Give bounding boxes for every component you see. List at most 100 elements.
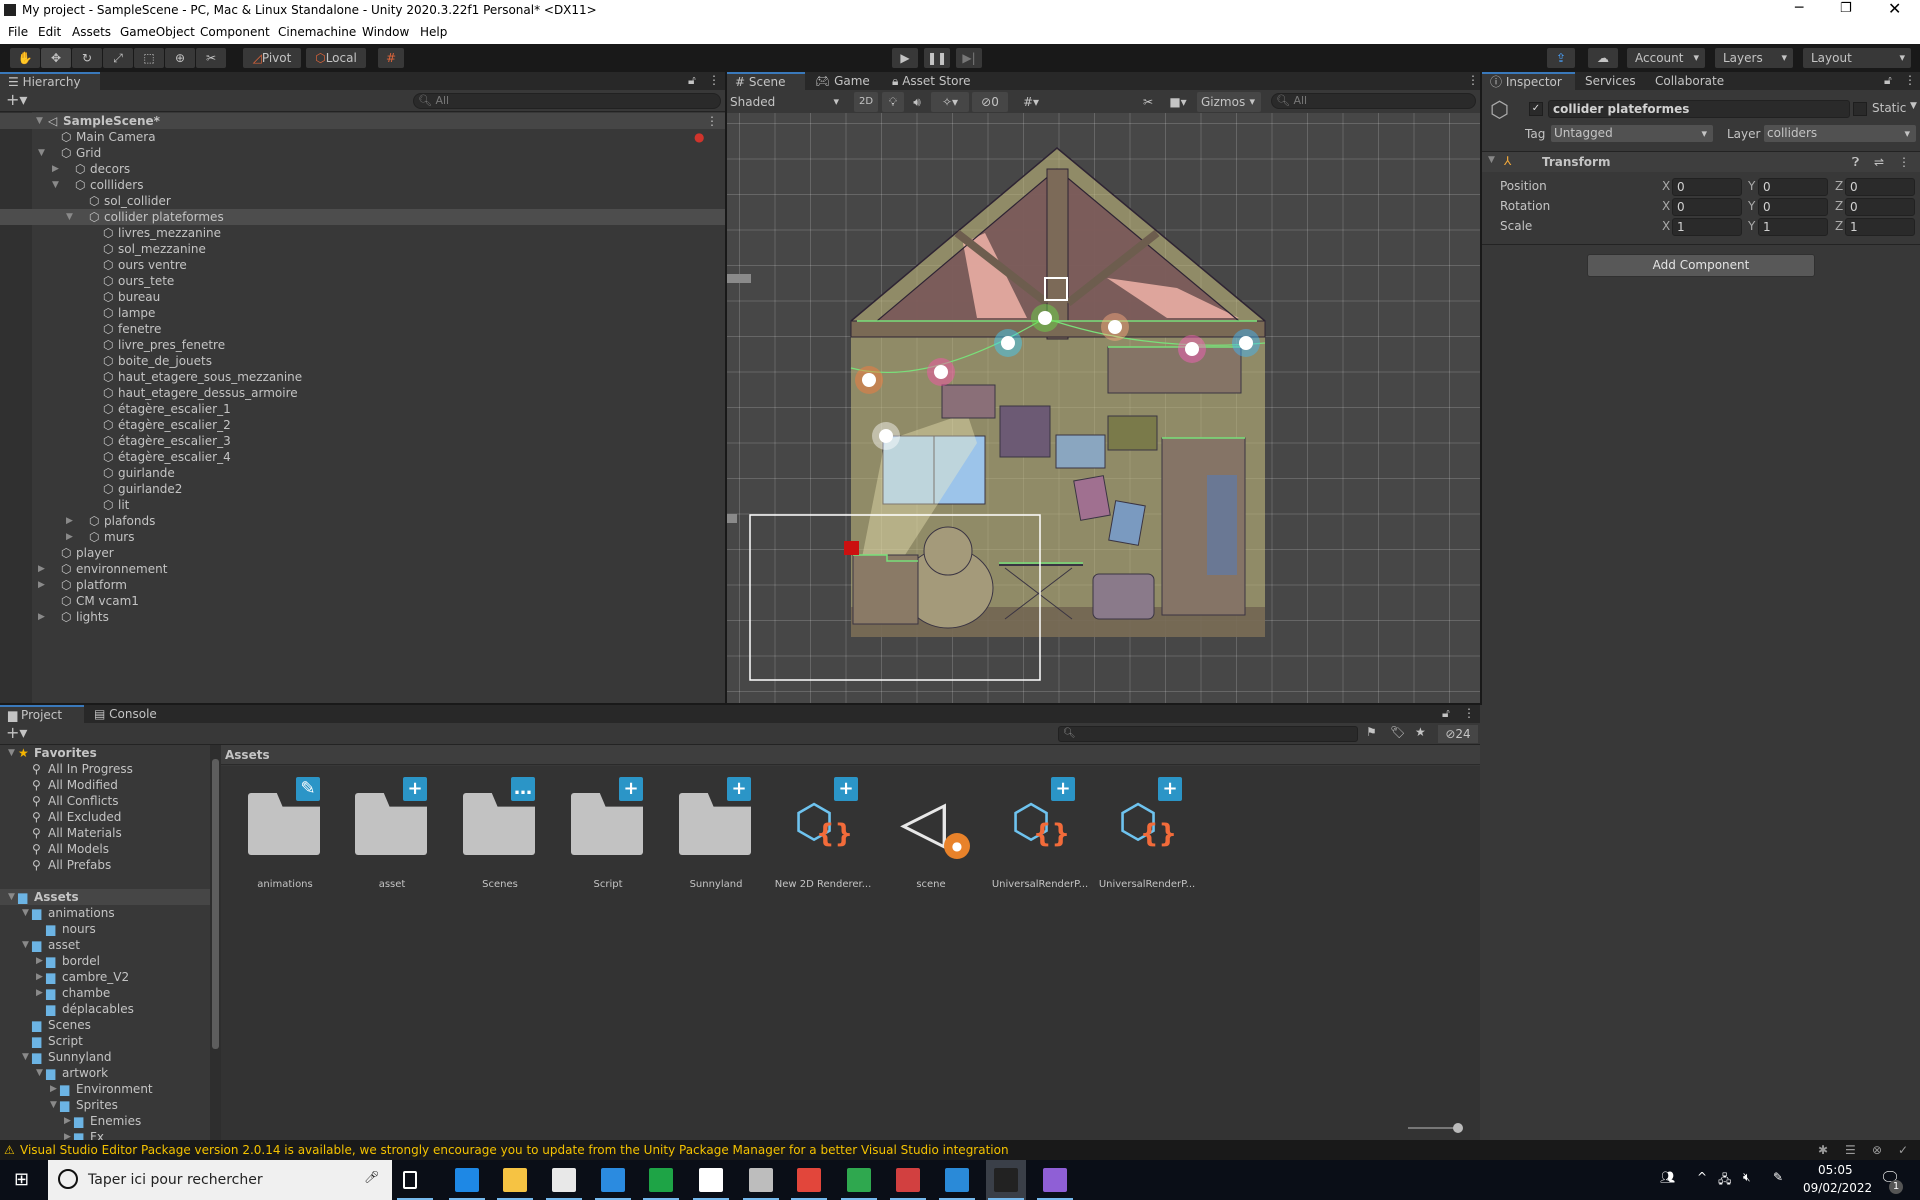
tab-game[interactable]: 🎮︎ Game bbox=[807, 72, 881, 90]
tab-services[interactable]: Services bbox=[1577, 72, 1647, 90]
tab-collaborate[interactable]: Collaborate bbox=[1647, 72, 1737, 90]
hierarchy-item[interactable]: ▶ ⬡ decors bbox=[0, 161, 725, 177]
expanded-arrow-icon[interactable]: ▼ bbox=[8, 745, 15, 761]
hierarchy-item[interactable]: ⬡ livre_pres_fenetre bbox=[0, 337, 725, 353]
pen-icon[interactable]: ✎ bbox=[1773, 1170, 1783, 1184]
visual-studio-icon[interactable] bbox=[1043, 1168, 1067, 1192]
settings-icon[interactable] bbox=[699, 1168, 723, 1192]
hierarchy-item[interactable]: ▼ ◁ SampleScene* ⋮ bbox=[0, 113, 725, 129]
expanded-arrow-icon[interactable]: ▼ bbox=[38, 145, 45, 161]
tab-console[interactable]: ▤ Console bbox=[86, 705, 170, 723]
lighting-toggle[interactable]: 💡︎ bbox=[882, 92, 904, 112]
favorites-star-icon[interactable]: ★ bbox=[1415, 725, 1426, 739]
transform-scale-z-field[interactable]: 1 bbox=[1845, 218, 1915, 236]
project-tree-item[interactable]: ▶ ▆ bordel bbox=[0, 953, 210, 969]
tag-dropdown[interactable]: Untagged bbox=[1551, 125, 1713, 142]
menu-component[interactable]: Component bbox=[200, 25, 270, 39]
project-tree-item[interactable]: ▼ ▆ animations bbox=[0, 905, 210, 921]
hierarchy-item[interactable]: ▶ ⬡ platform bbox=[0, 577, 725, 593]
collapsed-arrow-icon[interactable]: ▶ bbox=[38, 561, 45, 577]
hierarchy-item[interactable]: ⬡ boite_de_jouets bbox=[0, 353, 725, 369]
hierarchy-item[interactable]: ⬡ sol_collider bbox=[0, 193, 725, 209]
photos-icon[interactable] bbox=[945, 1168, 969, 1192]
auto-generate-lighting-icon[interactable]: ⊗ bbox=[1872, 1140, 1882, 1160]
unity-icon[interactable] bbox=[994, 1168, 1018, 1192]
grid-dropdown[interactable]: #▾ bbox=[1010, 92, 1052, 112]
expanded-arrow-icon[interactable]: ▼ bbox=[22, 937, 29, 953]
active-checkbox[interactable]: ✓ bbox=[1529, 102, 1543, 116]
transform-rotation-x-field[interactable]: 0 bbox=[1672, 198, 1742, 216]
project-tree-item[interactable]: ▆ Script bbox=[0, 1033, 210, 1049]
people-icon[interactable]: 👥︎ bbox=[1660, 1170, 1675, 1184]
static-checkbox[interactable] bbox=[1853, 102, 1867, 116]
local-toggle[interactable]: ⬡Local bbox=[306, 48, 366, 68]
hierarchy-item[interactable]: ⬡ livres_mezzanine bbox=[0, 225, 725, 241]
hidden-objects-toggle[interactable]: ⊘0 bbox=[972, 92, 1008, 112]
collapse-arrow-icon[interactable]: ▼ bbox=[1488, 155, 1495, 165]
audio-toggle[interactable]: 🔊︎ bbox=[906, 92, 928, 112]
transform-scale-y-field[interactable]: 1 bbox=[1758, 218, 1828, 236]
hierarchy-item[interactable]: ⬡ fenetre bbox=[0, 321, 725, 337]
project-tree-item[interactable]: ▆ Scenes bbox=[0, 1017, 210, 1033]
status-message[interactable]: Visual Studio Editor Package version 2.0… bbox=[20, 1140, 1009, 1160]
unity-hub-icon[interactable] bbox=[749, 1168, 773, 1192]
rect-tool-button[interactable]: ⬚ bbox=[134, 48, 164, 68]
asset-item[interactable]: ◁ ● scene bbox=[886, 781, 976, 891]
project-tree-item[interactable]: ▆ nours bbox=[0, 921, 210, 937]
menu-edit[interactable]: Edit bbox=[38, 25, 61, 39]
play-button[interactable]: ▶ bbox=[892, 48, 918, 68]
expanded-arrow-icon[interactable]: ▼ bbox=[8, 889, 15, 905]
project-tree-item[interactable]: ⚲ All Models bbox=[0, 841, 210, 857]
mail-icon[interactable] bbox=[601, 1168, 625, 1192]
tab-scene[interactable]: # Scene bbox=[727, 72, 805, 90]
project-tree-item[interactable]: ▼ ▆ Sunnyland bbox=[0, 1049, 210, 1065]
project-tree-item[interactable]: ▼ ▆ Assets bbox=[0, 889, 210, 905]
close-button[interactable]: ✕ bbox=[1888, 0, 1901, 18]
project-tree-item[interactable]: ▼ ▆ artwork bbox=[0, 1065, 210, 1081]
hierarchy-item[interactable]: ⬡ guirlande2 bbox=[0, 481, 725, 497]
static-dropdown-arrow[interactable]: ▼ bbox=[1910, 101, 1917, 111]
more-menu-icon[interactable]: ⋮ bbox=[1463, 706, 1475, 720]
collapsed-arrow-icon[interactable]: ▶ bbox=[38, 609, 45, 625]
asset-item[interactable]: + Script bbox=[563, 777, 653, 891]
task-view-icon[interactable] bbox=[403, 1171, 417, 1189]
hierarchy-item[interactable]: ⬡ haut_etagere_dessus_armoire bbox=[0, 385, 725, 401]
hierarchy-item[interactable]: ▼ ⬡ collliders bbox=[0, 177, 725, 193]
effects-dropdown[interactable]: ✧▾ bbox=[931, 92, 969, 112]
hierarchy-item[interactable]: ⬡ guirlande bbox=[0, 465, 725, 481]
lock-icon[interactable]: 🔓︎ bbox=[688, 73, 696, 88]
object-name-field[interactable]: collider plateformes bbox=[1548, 100, 1850, 118]
transform-rotation-z-field[interactable]: 0 bbox=[1845, 198, 1915, 216]
hidden-packages-toggle[interactable]: ⊘24 bbox=[1438, 725, 1478, 743]
light-bulb[interactable] bbox=[879, 429, 893, 443]
menu-assets[interactable]: Assets bbox=[72, 25, 111, 39]
hierarchy-item[interactable]: ⬡ étagère_escalier_3 bbox=[0, 433, 725, 449]
transform-header[interactable]: ▼ ⅄ Transform ❓︎ ⇌ ⋮ bbox=[1482, 152, 1920, 172]
project-tree-item[interactable]: ▶ ▆ Fx bbox=[0, 1129, 210, 1140]
show-hidden-icons-chevron[interactable]: ^ bbox=[1697, 1170, 1707, 1184]
collapsed-arrow-icon[interactable]: ▶ bbox=[66, 513, 73, 529]
project-tree-item[interactable]: ▶ ▆ chambe bbox=[0, 985, 210, 1001]
scrollbar-thumb[interactable] bbox=[212, 759, 219, 1049]
hierarchy-item[interactable]: ▶ ⬡ plafonds bbox=[0, 513, 725, 529]
project-tree-item[interactable]: ▶ ▆ Enemies bbox=[0, 1113, 210, 1129]
tree-scrollbar[interactable] bbox=[210, 745, 221, 1140]
more-menu-icon[interactable]: ⋮ bbox=[1904, 73, 1916, 87]
more-menu-icon[interactable]: ⋮ bbox=[1467, 73, 1479, 87]
hierarchy-item[interactable]: ⬡ haut_etagere_sous_mezzanine bbox=[0, 369, 725, 385]
project-tree-item[interactable]: ⚲ All Modified bbox=[0, 777, 210, 793]
grid-snap-button[interactable]: # bbox=[378, 48, 404, 68]
create-asset-button[interactable]: +▾ bbox=[6, 723, 27, 742]
minimize-button[interactable]: ─ bbox=[1795, 0, 1803, 16]
expanded-arrow-icon[interactable]: ▼ bbox=[22, 1049, 29, 1065]
menu-help[interactable]: Help bbox=[420, 25, 447, 39]
tab-hierarchy[interactable]: ☰ Hierarchy bbox=[0, 72, 100, 90]
project-tree-item[interactable]: ⚲ All In Progress bbox=[0, 761, 210, 777]
collapsed-arrow-icon[interactable]: ▶ bbox=[38, 577, 45, 593]
transform-scale-x-field[interactable]: 1 bbox=[1672, 218, 1742, 236]
light-bulb[interactable] bbox=[934, 365, 948, 379]
hierarchy-item[interactable]: ⬡ étagère_escalier_2 bbox=[0, 417, 725, 433]
edge-icon[interactable] bbox=[455, 1168, 479, 1192]
hierarchy-item[interactable]: ⬡ étagère_escalier_1 bbox=[0, 401, 725, 417]
collapsed-arrow-icon[interactable]: ▶ bbox=[64, 1113, 71, 1129]
